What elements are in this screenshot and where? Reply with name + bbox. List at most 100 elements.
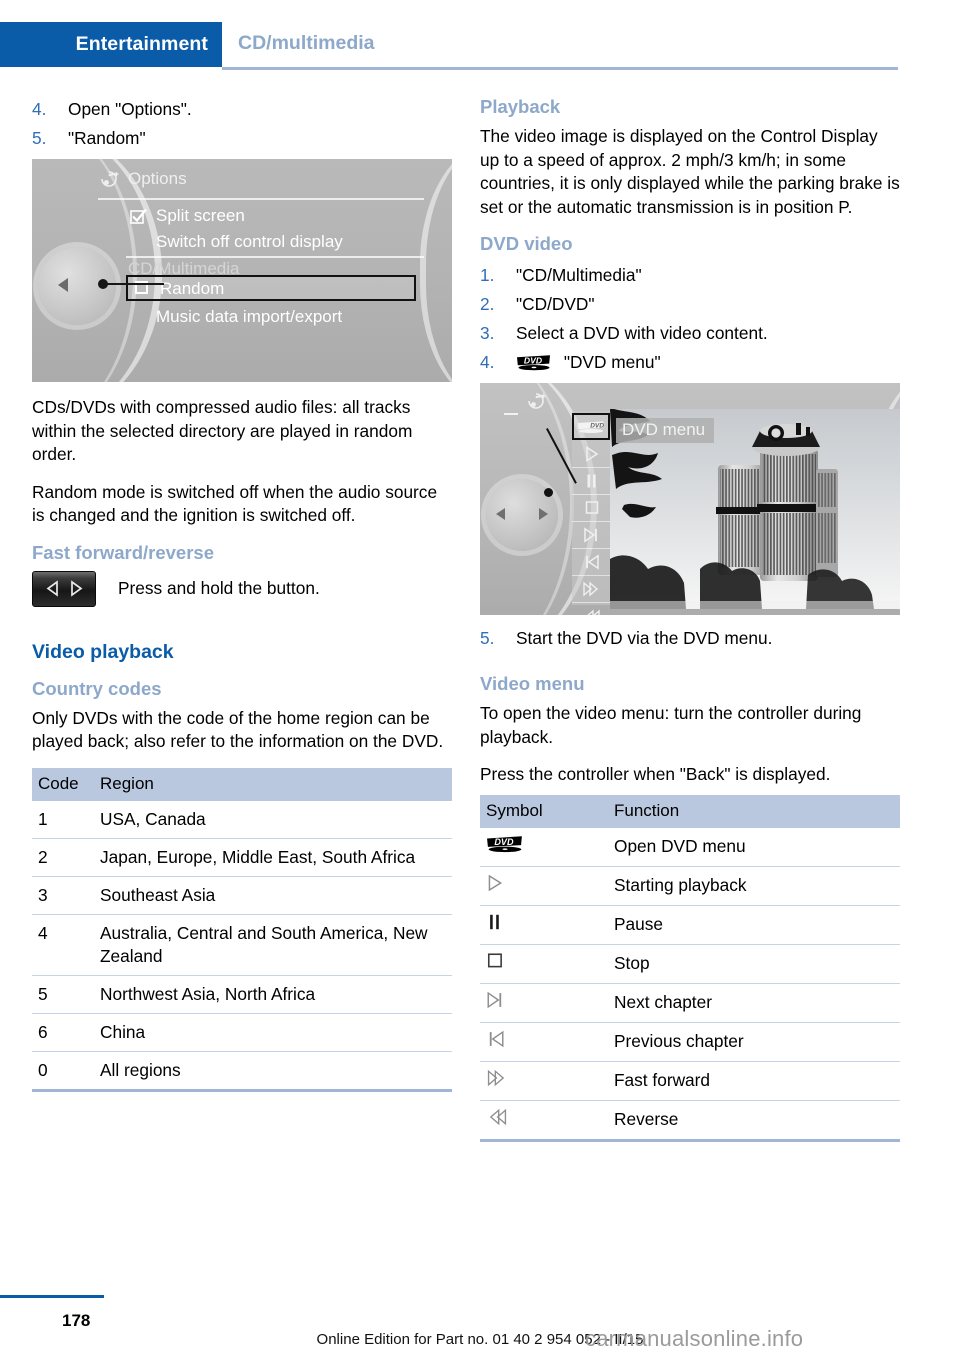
cell-symbol: DVD: [480, 827, 608, 867]
cell-region: Southeast Asia: [94, 876, 452, 915]
dvd-menu-label: DVD menu: [616, 418, 715, 443]
cell-code: 3: [32, 876, 94, 915]
table-row: 3 Southeast Asia: [32, 876, 452, 915]
table-row: 2 Japan, Europe, Middle East, South Afri…: [32, 838, 452, 877]
menu-item-switch-off-display[interactable]: Switch off control display: [156, 232, 343, 252]
table-row: 1 USA, Canada: [32, 800, 452, 839]
table-end-rule: [480, 1138, 900, 1142]
cell-function: Next chapter: [608, 983, 900, 1023]
control-pause-button[interactable]: [572, 468, 610, 495]
list-item: 5. "Random": [32, 125, 452, 151]
fast-forward-row: Press and hold the button.: [32, 570, 452, 607]
next-chapter-icon: [583, 527, 597, 543]
control-previous-chapter-button[interactable]: [572, 549, 610, 576]
playback-paragraph: The video image is displayed on the Cont…: [480, 126, 900, 217]
table-row: Next chapter: [480, 983, 900, 1023]
stop-icon: [585, 501, 598, 514]
screenshot-title: Options: [128, 169, 187, 188]
svg-text:DVD: DVD: [590, 422, 604, 429]
step-number: 5.: [32, 128, 47, 148]
prev-next-rocker-button[interactable]: [32, 570, 96, 607]
chapter-tab: Entertainment: [0, 22, 222, 67]
step-number: 1.: [480, 265, 495, 285]
left-column: 4. Open "Options". 5. "Random" Options S…: [32, 96, 452, 1092]
table-row: Fast forward: [480, 1061, 900, 1101]
chapter-title: Entertainment: [75, 33, 208, 55]
control-dvd-menu-button[interactable]: DVD: [572, 413, 610, 440]
divider: [126, 256, 424, 258]
cell-region: Australia, Central and South America, Ne…: [94, 914, 452, 976]
table-header-row: Symbol Function: [480, 794, 900, 828]
callout-dot: [544, 488, 553, 497]
heading-dvd-video: DVD video: [480, 233, 573, 254]
table-row: 4 Australia, Central and South America, …: [32, 914, 452, 976]
heading-video-playback: Video playback: [32, 640, 174, 663]
step-text: Select a DVD with video content.: [516, 323, 768, 343]
cell-code: 0: [38, 1059, 48, 1080]
idrive-options-screenshot: Options Split screen Switch off control …: [32, 159, 452, 382]
control-play-button[interactable]: [572, 441, 610, 468]
step-number: 2.: [480, 294, 495, 314]
multimedia-note-icon: [101, 171, 119, 187]
right-column: Playback The video image is displayed on…: [480, 96, 900, 1142]
control-next-chapter-button[interactable]: [572, 522, 610, 549]
page-header: Entertainment CD/multimedia: [0, 22, 960, 70]
heading-video-menu: Video menu: [480, 673, 585, 694]
pause-icon: [587, 474, 596, 488]
menu-item-split-screen[interactable]: Split screen: [156, 206, 245, 226]
cell-function: Stop: [608, 944, 900, 984]
callout-line: [104, 283, 164, 285]
cell-code: 6: [32, 1013, 94, 1052]
previous-chapter-icon: [489, 1030, 504, 1047]
rewind-triangle-icon: [46, 580, 58, 597]
cell-region: China: [94, 1013, 452, 1052]
cell-symbol: [480, 983, 608, 1023]
arrow-right-icon: [539, 508, 548, 520]
cell-code: 4: [32, 914, 94, 976]
watermark: carmanualsonline.info: [585, 1326, 804, 1351]
checkbox-checked-icon: [130, 208, 147, 224]
cell-symbol: [480, 944, 608, 984]
svg-text:DVD: DVD: [524, 356, 542, 366]
column-header-region: Region: [94, 767, 452, 801]
forward-triangle-icon: [70, 580, 82, 597]
decorative-arc: [420, 159, 452, 382]
divider: [504, 413, 518, 415]
control-stop-button[interactable]: [572, 495, 610, 522]
step-number: 4.: [480, 352, 495, 372]
fast-forward-instruction: Press and hold the button.: [118, 578, 320, 598]
control-reverse-button[interactable]: [572, 603, 610, 615]
table-row: Stop: [480, 944, 900, 984]
random-paragraph-1: CDs/DVDs with compressed audio files: al…: [32, 397, 413, 464]
arrow-left-icon: [496, 508, 505, 520]
country-codes-table: Code Region 1 USA, Canada 2 Japan, Europ…: [32, 767, 452, 1089]
cell-code: 2: [32, 838, 94, 877]
multimedia-note-icon: [528, 393, 546, 409]
dvd-video-steps-list: 1. "CD/Multimedia" 2. "CD/DVD" 3. Select…: [480, 262, 900, 375]
table-row: 6 China: [32, 1013, 452, 1052]
play-icon: [585, 446, 598, 462]
table-row: Pause: [480, 905, 900, 945]
control-fast-forward-button[interactable]: [572, 576, 610, 603]
pause-icon: [490, 914, 499, 929]
table-end-rule: [32, 1088, 452, 1092]
cell-region: All regions: [100, 1059, 181, 1080]
cell-function: Previous chapter: [608, 1022, 900, 1062]
cell-symbol: [480, 1100, 608, 1139]
footer-edition: Online Edition for Part no. 01 40 2 954 …: [316, 1331, 644, 1348]
menu-item-music-data-import-export[interactable]: Music data import/export: [156, 307, 342, 327]
cell-symbol: [480, 866, 608, 906]
list-item: 3. Select a DVD with video content.: [480, 320, 900, 346]
video-menu-paragraph-2: Press the controller when "Back" is disp…: [480, 764, 831, 784]
fast-forward-icon: [487, 1069, 505, 1086]
table-row: Previous chapter: [480, 1022, 900, 1062]
list-item: 4. Open "Options".: [32, 96, 452, 122]
cell-region: USA, Canada: [94, 800, 452, 839]
cell-code: 1: [32, 800, 94, 839]
list-item: 5. Start the DVD via the DVD menu.: [480, 625, 900, 651]
step-text: "DVD menu": [563, 352, 661, 372]
cell-function: Starting playback: [608, 866, 900, 906]
table-row: Reverse: [480, 1100, 900, 1139]
menu-item-random[interactable]: Random: [160, 279, 224, 299]
cell-symbol: [480, 1022, 608, 1062]
